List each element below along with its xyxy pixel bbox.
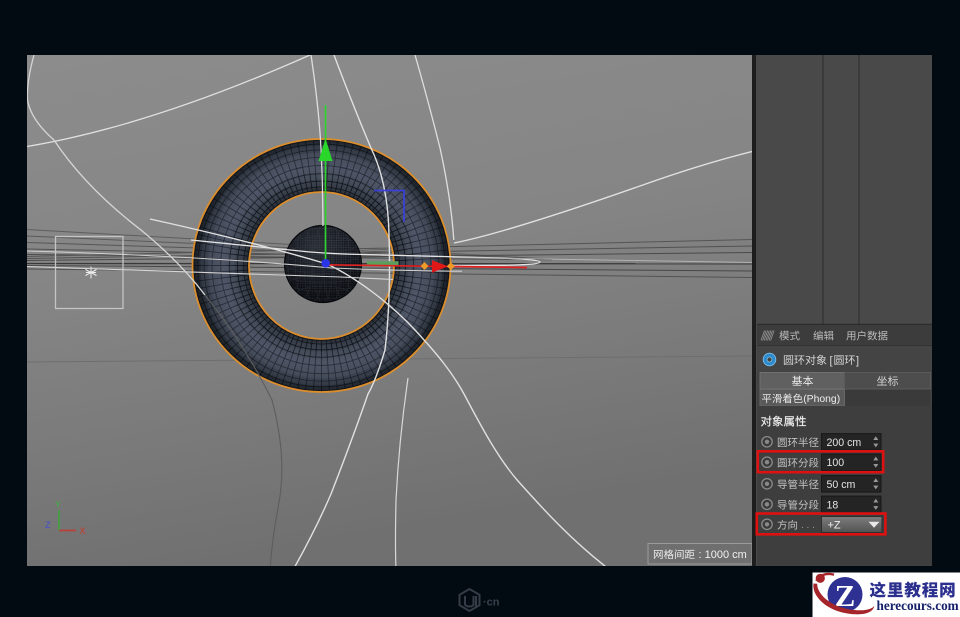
svg-text:[: [: [830, 355, 833, 367]
svg-text:50 cm: 50 cm: [827, 479, 856, 491]
svg-text:100: 100: [827, 457, 845, 469]
svg-text:200 cm: 200 cm: [827, 437, 862, 449]
svg-text:: 1000 cm: : 1000 cm: [699, 549, 747, 561]
svg-text:herecours.com: herecours.com: [877, 598, 959, 613]
svg-text:Y: Y: [55, 500, 61, 510]
svg-text:Z: Z: [45, 520, 51, 530]
svg-text:. . .: . . .: [801, 520, 815, 531]
svg-text:X: X: [80, 526, 86, 536]
svg-text:18: 18: [827, 499, 839, 511]
svg-text:]: ]: [856, 355, 859, 367]
svg-text:·cn: ·cn: [483, 597, 500, 609]
svg-text:(Phong): (Phong): [803, 394, 840, 405]
svg-text:+Z: +Z: [828, 520, 841, 532]
